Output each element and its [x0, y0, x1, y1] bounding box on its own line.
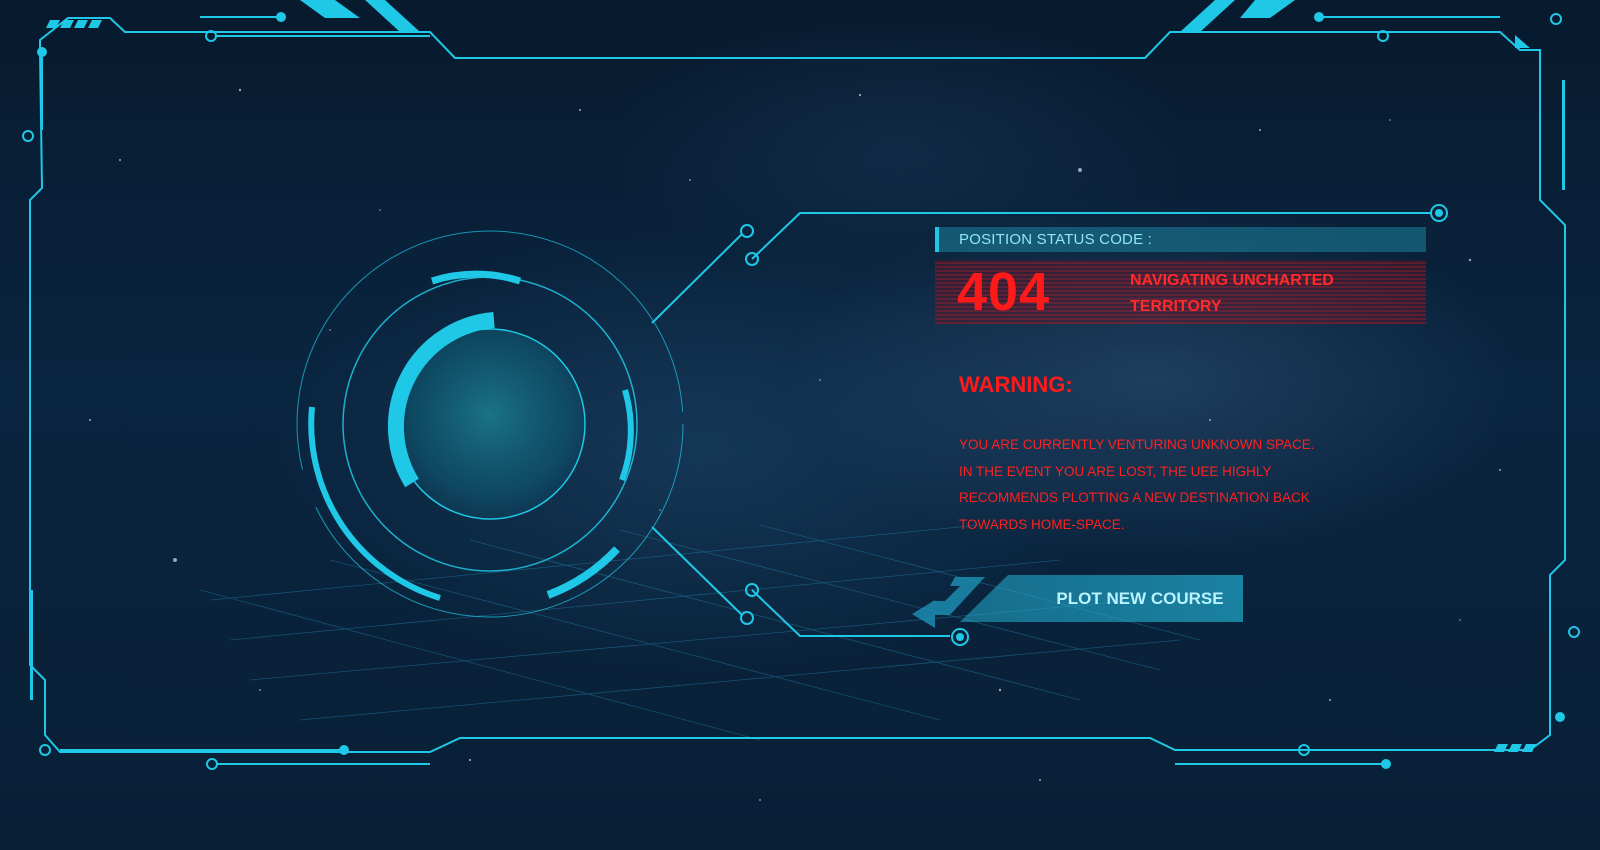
warning-line: RECOMMENDS PLOTTING A NEW DESTINATION BA… [959, 490, 1310, 505]
error-panel: 404 NAVIGATING UNCHARTED TERRITORY [935, 260, 1426, 324]
plot-new-course-label: PLOT NEW COURSE [1056, 589, 1224, 608]
status-code-header: POSITION STATUS CODE : [935, 227, 1426, 252]
radar-ring-icon [296, 230, 684, 618]
plot-new-course-button[interactable]: PLOT NEW COURSE [960, 575, 1243, 622]
frame-nodes [22, 12, 1580, 770]
error-code: 404 [957, 262, 1051, 322]
hud-scene [22, 0, 1580, 801]
warning-body: YOU ARE CURRENTLY VENTURING UNKNOWN SPAC… [959, 432, 1399, 538]
warning-line: IN THE EVENT YOU ARE LOST, THE UEE HIGHL… [959, 463, 1272, 479]
warning-line: YOU ARE CURRENTLY VENTURING UNKNOWN SPAC… [959, 437, 1315, 452]
warning-title: WARNING: [959, 372, 1073, 397]
frame-accents [30, 0, 1565, 752]
hud-frame [29, 17, 1566, 753]
warning-line: TOWARDS HOME-SPACE. [959, 516, 1125, 532]
error-message: NAVIGATING UNCHARTED TERRITORY [1130, 272, 1334, 315]
